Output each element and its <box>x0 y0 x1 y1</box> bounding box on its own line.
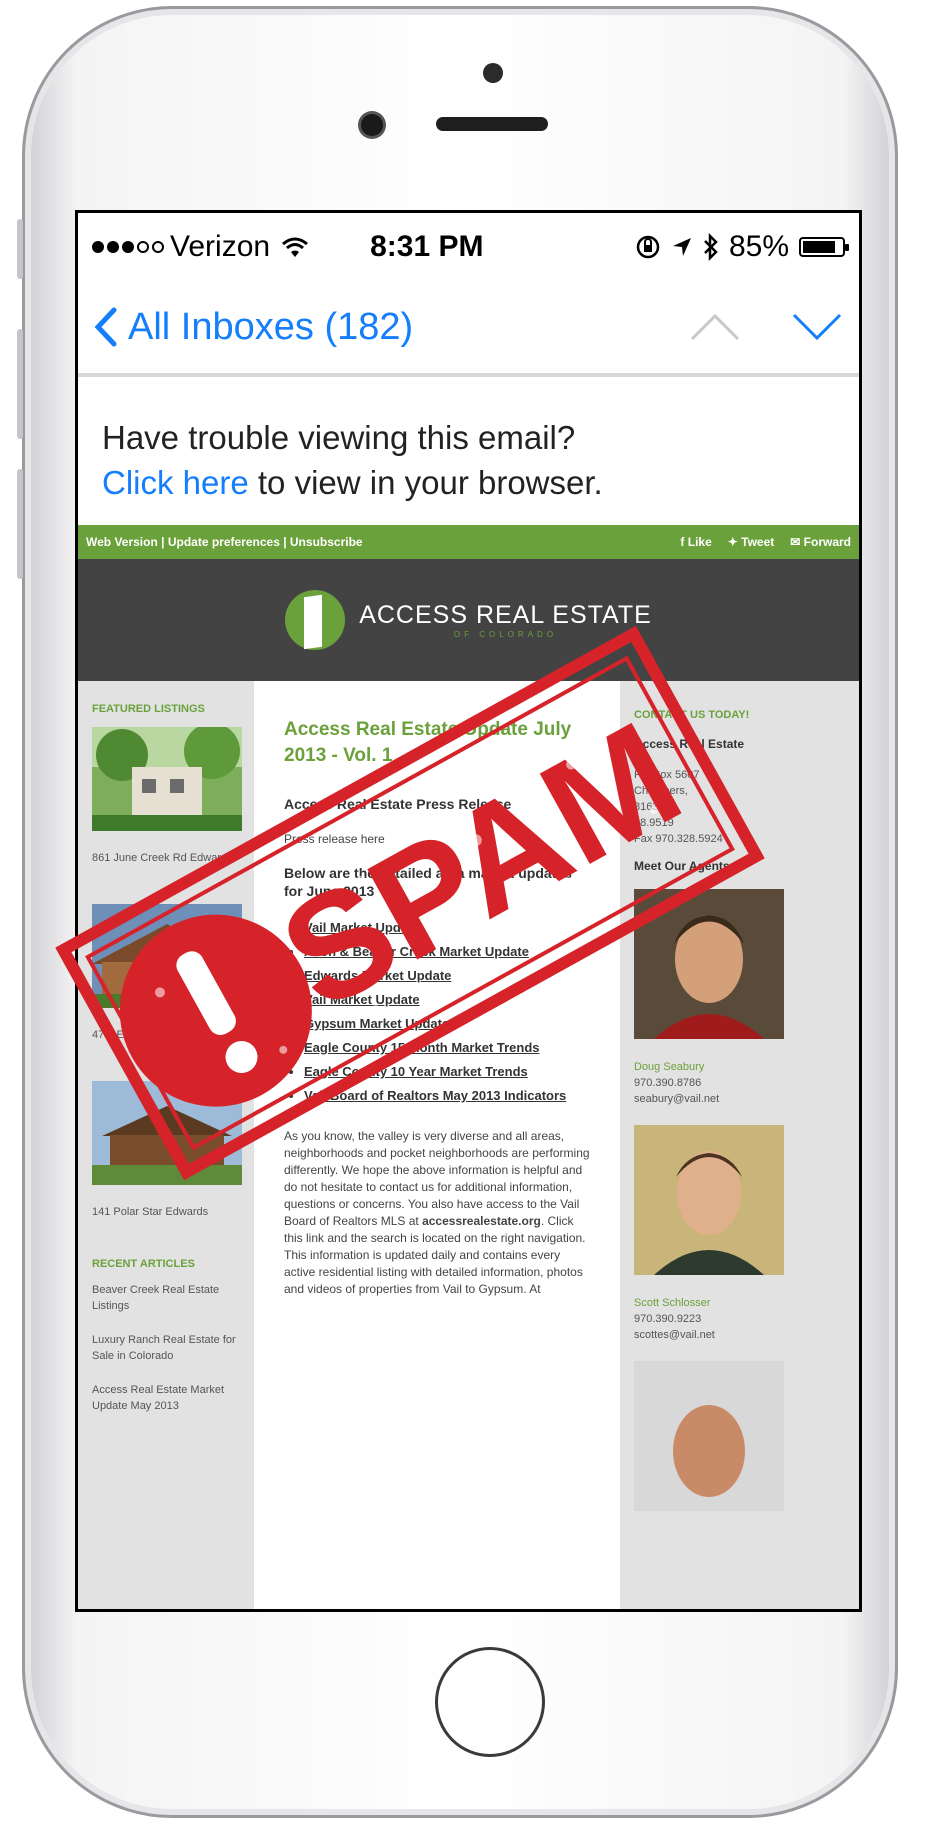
article-link-2[interactable]: Luxury Ranch Real Estate for Sale in Col… <box>92 1332 240 1364</box>
home-button[interactable] <box>435 1647 545 1757</box>
agent-name-1: Doug Seabury <box>634 1061 705 1073</box>
brand-name: ACCESS REAL ESTATE <box>359 601 652 629</box>
chevron-left-icon <box>94 307 117 347</box>
volume-down-button <box>17 469 23 579</box>
agent-phone-2: 970.390.9223 <box>634 1313 702 1325</box>
rotation-lock-icon <box>636 235 660 259</box>
recent-articles-heading: RECENT ARTICLES <box>92 1258 195 1270</box>
featured-listings-heading: FEATURED LISTINGS <box>92 703 205 715</box>
view-in-browser-notice: Have trouble viewing this email? Click h… <box>78 377 859 525</box>
mail-nav-bar: All Inboxes (182) <box>78 281 859 377</box>
status-bar: Verizon 8:31 PM 85% <box>78 213 859 281</box>
door-logo-icon <box>285 590 346 650</box>
agent-name-2: Scott Schlosser <box>634 1297 711 1309</box>
chevron-down-icon[interactable] <box>791 312 843 342</box>
like-link[interactable]: f Like <box>680 535 711 549</box>
article-link-1[interactable]: Beaver Creek Real Estate Listings <box>92 1282 240 1314</box>
location-icon <box>672 238 691 256</box>
earpiece-speaker <box>436 117 548 131</box>
agent-photo-2 <box>634 1125 784 1275</box>
notice-line2: to view in your browser. <box>248 464 603 501</box>
front-camera <box>361 114 383 136</box>
back-button[interactable]: All Inboxes (182) <box>94 306 413 349</box>
volume-up-button <box>17 329 23 439</box>
back-label: All Inboxes (182) <box>128 305 414 348</box>
brand-subtitle: OF COLORADO <box>453 630 558 639</box>
top-links[interactable]: Web Version | Update preferences | Unsub… <box>86 535 363 549</box>
notice-line1: Have trouble viewing this email? <box>102 419 576 456</box>
twitter-icon: ✦ <box>727 535 742 549</box>
listing-photo-1[interactable] <box>92 723 242 831</box>
agent-email-2[interactable]: scottes@vail.net <box>634 1327 845 1343</box>
brand-banner: ACCESS REAL ESTATE OF COLORADO <box>78 559 859 681</box>
chevron-up-icon[interactable] <box>689 312 741 342</box>
click-here-link[interactable]: Click here <box>102 464 249 501</box>
email-top-bar: Web Version | Update preferences | Unsub… <box>78 525 859 559</box>
agent-photo-3 <box>634 1361 784 1511</box>
tweet-link[interactable]: ✦ Tweet <box>728 535 775 549</box>
mute-switch <box>17 219 23 279</box>
proximity-sensor <box>483 63 503 83</box>
body-paragraph: As you know, the valley is very diverse … <box>284 1129 590 1296</box>
clock: 8:31 PM <box>370 230 484 263</box>
agent-phone-1: 970.390.8786 <box>634 1077 702 1089</box>
listing-caption-3[interactable]: 141 Polar Star Edwards <box>92 1204 240 1220</box>
forward-link[interactable]: ✉ Forward <box>790 535 851 549</box>
signal-icon <box>92 241 164 253</box>
site-link[interactable]: accessrealestate.org <box>422 1214 541 1228</box>
battery-icon <box>799 237 849 257</box>
agent-email-1[interactable]: seabury@vail.net <box>634 1091 845 1107</box>
forward-icon: ✉ <box>790 535 804 549</box>
article-link-3[interactable]: Access Real Estate Market Update May 201… <box>92 1382 240 1414</box>
wifi-icon <box>282 237 309 257</box>
battery-percent: 85% <box>728 230 789 263</box>
bluetooth-icon <box>704 233 718 261</box>
carrier-label: Verizon <box>170 230 271 263</box>
